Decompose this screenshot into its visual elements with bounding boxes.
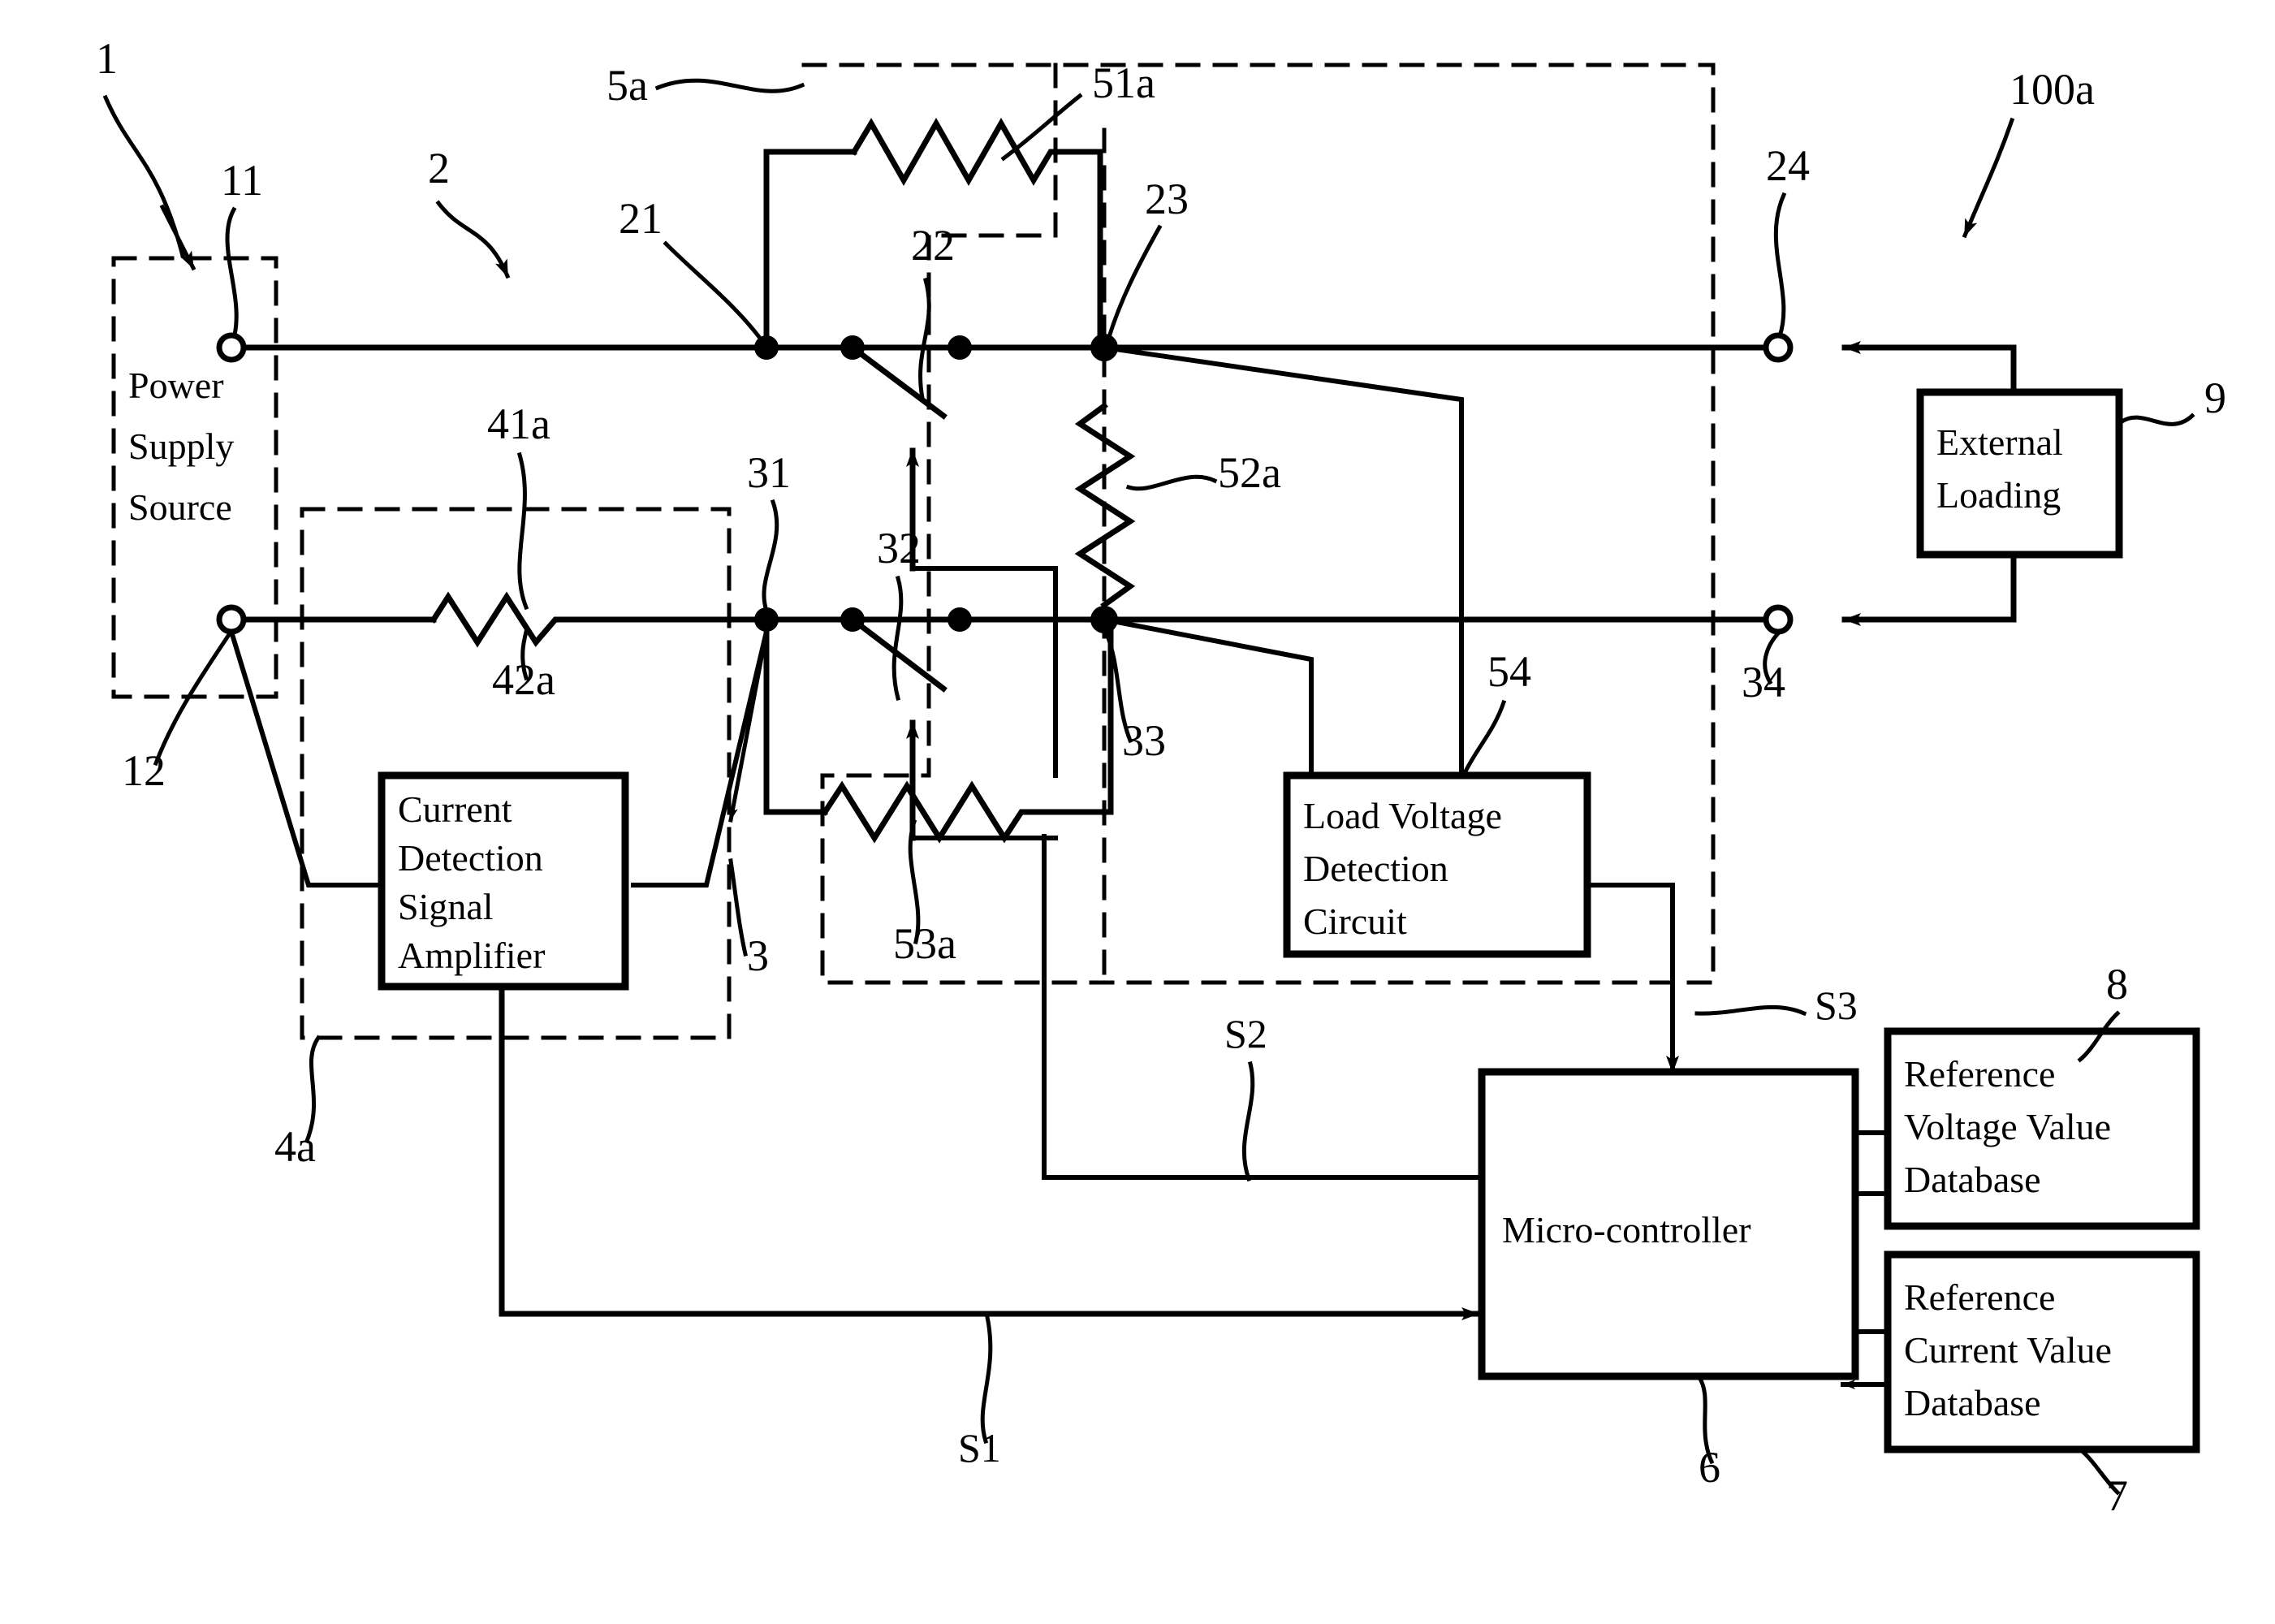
ref-numeral-3: 3 bbox=[747, 931, 769, 980]
leader-22 bbox=[918, 277, 931, 400]
ref-numeral-33: 33 bbox=[1122, 716, 1166, 765]
ref-current-db-line-1: Reference bbox=[1904, 1276, 2055, 1318]
external-loading-box bbox=[1916, 388, 2123, 559]
ref-numeral-5a: 5a bbox=[607, 61, 648, 110]
current-sense-lead-right bbox=[631, 628, 770, 888]
ref-numeral-52a: 52a bbox=[1218, 448, 1281, 497]
leader-23 bbox=[1106, 224, 1163, 340]
node-32-right-dot bbox=[948, 607, 972, 632]
leader-S1 bbox=[980, 1315, 993, 1445]
ref-numeral-22: 22 bbox=[911, 221, 955, 270]
figure-canvas: Power Supply Source Current Detection Si… bbox=[0, 0, 2275, 1624]
current-amp-line-2: Detection bbox=[398, 837, 543, 879]
ref-numeral-12: 12 bbox=[122, 746, 166, 795]
power-supply-dashed-box bbox=[111, 256, 278, 699]
ref-numeral-23: 23 bbox=[1145, 175, 1189, 223]
ref-voltage-db-line-3: Database bbox=[1904, 1159, 2041, 1200]
current-amp-line-3: Signal bbox=[398, 886, 494, 927]
lvdc-tap-upper bbox=[1101, 344, 1464, 778]
ref-numeral-42a: 42a bbox=[492, 655, 555, 704]
leader-51a bbox=[1000, 93, 1083, 162]
switch-linkage bbox=[910, 566, 1058, 778]
current-sense-lead-left bbox=[228, 628, 384, 888]
leader-3-pointer bbox=[727, 629, 769, 823]
ref-numeral-6: 6 bbox=[1699, 1443, 1720, 1492]
s3-signal-wire bbox=[1585, 883, 1679, 1074]
leader-24 bbox=[1773, 192, 1787, 339]
load-voltage-line-2: Detection bbox=[1303, 848, 1448, 889]
external-loading-line-1: External bbox=[1936, 421, 2063, 463]
ref-numeral-1: 1 bbox=[96, 34, 118, 83]
ref-numeral-54: 54 bbox=[1487, 647, 1531, 696]
leader-11 bbox=[225, 206, 239, 337]
ref-numeral-100a: 100a bbox=[2010, 65, 2095, 114]
load-voltage-line-1: Load Voltage bbox=[1303, 795, 1502, 836]
signal-label-S1: S1 bbox=[958, 1425, 1001, 1471]
ref-numeral-53a: 53a bbox=[893, 919, 956, 968]
leader-32 bbox=[891, 575, 904, 702]
ref-numeral-4a: 4a bbox=[274, 1122, 316, 1171]
power-supply-line-3: Source bbox=[128, 486, 232, 528]
ref-voltage-db-line-1: Reference bbox=[1904, 1053, 2055, 1095]
current-amp-line-1: Current bbox=[398, 788, 512, 830]
ref-numeral-7: 7 bbox=[2106, 1471, 2128, 1520]
external-loading-line-2: Loading bbox=[1936, 474, 2061, 516]
power-supply-line-2: Supply bbox=[128, 425, 234, 467]
load-voltage-line-3: Circuit bbox=[1303, 901, 1407, 942]
s1-signal-wire bbox=[499, 983, 1481, 1320]
leader-S3 bbox=[1694, 1004, 1807, 1017]
leader-100a bbox=[1962, 117, 2015, 239]
leader-1 bbox=[102, 94, 186, 259]
node-32-left-dot bbox=[840, 607, 865, 632]
branch-53a-left-leg bbox=[763, 616, 828, 815]
power-supply-line-1: Power bbox=[128, 365, 224, 406]
terminal-24 bbox=[1763, 332, 1794, 363]
leader-2 bbox=[435, 200, 511, 279]
resistor-51a bbox=[850, 117, 1103, 187]
terminal-12 bbox=[216, 604, 247, 635]
external-load-lower-wire bbox=[1841, 549, 2017, 626]
leader-41a bbox=[516, 451, 529, 611]
leader-54 bbox=[1462, 699, 1507, 775]
leader-21 bbox=[663, 240, 762, 340]
ref-numeral-32: 32 bbox=[877, 524, 921, 572]
signal-label-S3: S3 bbox=[1815, 983, 1858, 1028]
leader-3 bbox=[728, 858, 748, 957]
ref-numeral-24: 24 bbox=[1766, 141, 1810, 190]
leader-5a bbox=[654, 78, 805, 93]
leader-S2 bbox=[1241, 1060, 1255, 1182]
ref-numeral-9: 9 bbox=[2204, 374, 2226, 422]
micro-controller-label: Micro-controller bbox=[1502, 1209, 1751, 1250]
ref-voltage-db-line-2: Voltage Value bbox=[1904, 1106, 2111, 1147]
leader-9 bbox=[2117, 412, 2195, 426]
leader-31 bbox=[762, 499, 779, 614]
terminal-34 bbox=[1763, 604, 1794, 635]
current-amp-line-4: Amplifier bbox=[398, 935, 545, 976]
terminal-11 bbox=[216, 332, 247, 363]
ref-numeral-21: 21 bbox=[619, 194, 663, 243]
resistor-41a bbox=[430, 591, 572, 648]
leader-52a bbox=[1125, 474, 1218, 491]
node-22-right-dot bbox=[948, 335, 972, 360]
ref-numeral-41a: 41a bbox=[487, 400, 550, 448]
ref-current-db-line-2: Current Value bbox=[1904, 1329, 2112, 1371]
ref-current-db-line-3: Database bbox=[1904, 1382, 2041, 1423]
ref-numeral-8: 8 bbox=[2106, 960, 2128, 1009]
node-21-dot bbox=[754, 335, 779, 360]
ref-numeral-51a: 51a bbox=[1092, 58, 1155, 107]
ref-numeral-11: 11 bbox=[221, 156, 263, 205]
branch-51a-left-leg bbox=[763, 149, 857, 351]
node-22-left-dot bbox=[840, 335, 865, 360]
ref-numeral-34: 34 bbox=[1742, 658, 1785, 706]
signal-label-S2: S2 bbox=[1224, 1011, 1267, 1056]
ref-numeral-31: 31 bbox=[747, 448, 791, 497]
resistor-53a bbox=[821, 780, 1077, 844]
circuit-diagram-svg: Power Supply Source Current Detection Si… bbox=[96, 34, 2226, 1520]
ref-numeral-2: 2 bbox=[428, 144, 450, 192]
